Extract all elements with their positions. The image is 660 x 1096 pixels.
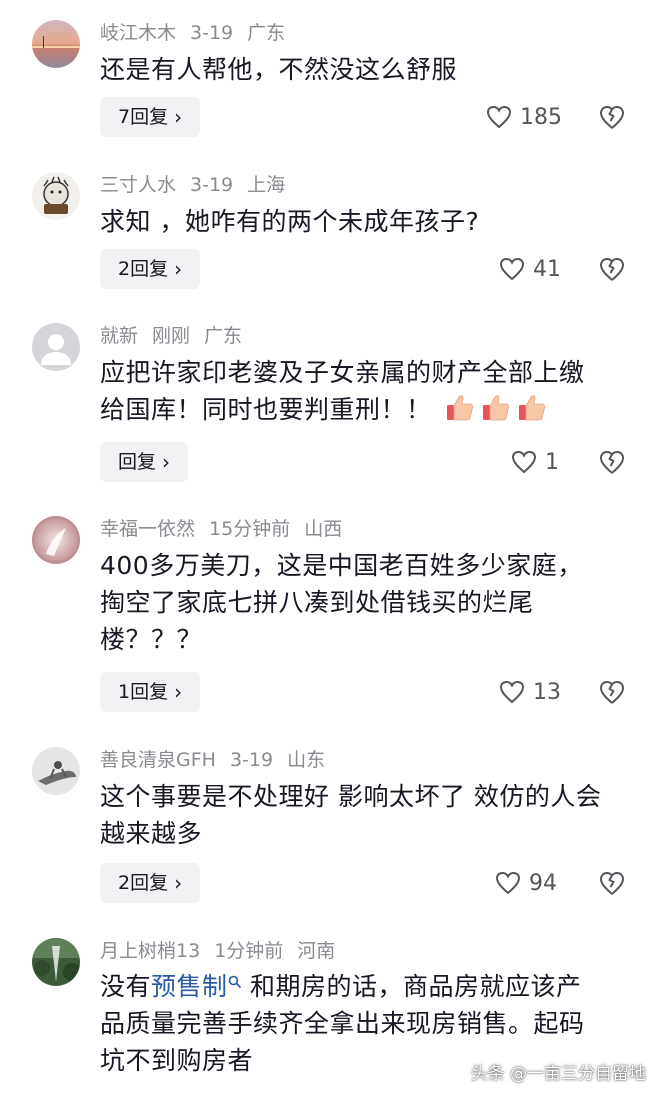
reply-button[interactable]: 2回复 › [100,863,201,903]
comment-line: 应把许家印老婆及子女亲属的财产全部上缴 [100,358,585,387]
like-count: 13 [533,679,561,705]
reply-label: 回复 [118,451,157,473]
broken-heart-icon[interactable] [598,678,626,706]
comment-line: 求知 ，她咋有的两个未成年孩子? [100,207,480,236]
chevron-right-icon: › [162,450,171,474]
avatar[interactable] [32,172,80,220]
thumbs-up-emoji [482,395,509,421]
search-icon [228,975,241,989]
broken-heart-icon[interactable] [598,103,626,131]
comment-text-suffix: 和期房的话，商品房就应该产 [241,972,582,1001]
comment-text-prefix: 没有 [100,972,152,1001]
like-button[interactable]: 185 [486,97,562,137]
comment-date: 3-19 [229,749,274,771]
search-link-label: 预售制 [151,972,228,1001]
watermark: 头条 @一亩三分自留地 [470,1064,646,1084]
chevron-right-icon: › [174,871,183,895]
heart-outline-icon [499,680,525,704]
comment-text: 求知 ，她咋有的两个未成年孩子? [100,203,630,240]
comment-text: 还是有人帮他，不然没这么舒服 [100,51,630,88]
reply-label: 2回复 [118,872,169,894]
comment-location: 广东 [204,325,243,347]
like-count: 185 [520,104,562,130]
heart-outline-icon [486,105,512,129]
username[interactable]: 幸福一依然 [100,518,195,540]
comment-location: 广东 [247,22,286,44]
comment-location: 山东 [287,749,326,771]
heart-outline-icon [511,450,537,474]
comment-line: 掏空了家底七拼八凑到处借钱买的烂尾 [100,588,534,617]
username[interactable]: 月上树梢13 [100,940,200,962]
chevron-right-icon: › [174,105,183,129]
comment-location: 河南 [297,940,336,962]
avatar[interactable] [32,323,80,371]
heart-outline-icon [499,257,525,281]
comment-date: 刚刚 [152,325,191,347]
comment-line: 这个事要是不处理好 影响太坏了 效仿的人会 [100,782,602,811]
comment-location: 山西 [304,518,343,540]
thumbs-up-emoji [446,395,473,421]
search-link[interactable]: 预售制 [151,972,242,1001]
like-count: 94 [529,870,557,896]
thumbs-up-emoji [518,395,545,421]
reply-label: 1回复 [118,681,169,703]
comment-line: 400多万美刀，这是中国老百姓多少家庭， [100,551,583,580]
comment-text: 这个事要是不处理好 影响太坏了 效仿的人会 越来越多 [100,778,630,852]
comment-location: 上海 [247,174,286,196]
username[interactable]: 岐江木木 [100,22,176,44]
comment-date: 3-19 [190,22,234,44]
reply-label: 2回复 [118,258,169,280]
like-button[interactable]: 1 [511,442,559,482]
comment-meta: 幸福一依然 15分钟前 山西 [100,516,356,542]
comment-text: 应把许家印老婆及子女亲属的财产全部上缴 给国库！同时也要判重刑！！ [100,354,630,428]
comment-line: 还是有人帮他，不然没这么舒服 [100,55,458,84]
comment-meta: 就新 刚刚 广东 [100,323,256,349]
broken-heart-icon[interactable] [598,448,626,476]
reply-button[interactable]: 1回复 › [100,672,201,712]
username[interactable]: 善良清泉GFH [100,749,216,771]
chevron-right-icon: › [174,257,183,281]
username[interactable]: 就新 [100,325,138,347]
comment-meta: 月上树梢13 1分钟前 河南 [100,938,349,964]
comment-line: 给国库！同时也要判重刑！！ [100,395,432,424]
comment-meta: 岐江木木 3-19 广东 [100,20,299,46]
reply-button[interactable]: 2回复 › [100,249,201,289]
comment-line: 品质量完善手续齐全拿出来现房销售。起码 [100,1009,585,1038]
avatar[interactable] [32,516,80,564]
like-button[interactable]: 94 [495,863,557,903]
heart-outline-icon [495,871,521,895]
like-button[interactable]: 41 [499,249,561,289]
avatar[interactable] [32,938,80,986]
comment-line-with-link: 没有预售制 和期房的话，商品房就应该产 [100,968,630,1005]
like-button[interactable]: 13 [499,672,561,712]
comment-line-with-emoji: 给国库！同时也要判重刑！！ [100,391,630,428]
username[interactable]: 三寸人水 [100,174,176,196]
reply-label: 7回复 [118,106,169,128]
reply-button[interactable]: 7回复 › [100,97,201,137]
comment-line: 楼？？？ [100,625,203,654]
comment-text: 400多万美刀，这是中国老百姓多少家庭， 掏空了家底七拼八凑到处借钱买的烂尾 楼… [100,547,630,658]
chevron-right-icon: › [174,680,183,704]
comment-meta: 善良清泉GFH 3-19 山东 [100,747,339,773]
comment-meta: 三寸人水 3-19 上海 [100,172,299,198]
comment-line: 越来越多 [100,819,203,848]
reply-button[interactable]: 回复 › [100,442,189,482]
comment-date: 15分钟前 [209,518,291,540]
avatar[interactable] [32,20,80,68]
avatar[interactable] [32,747,80,795]
like-count: 41 [533,256,561,282]
broken-heart-icon[interactable] [598,869,626,897]
like-count: 1 [545,449,559,475]
broken-heart-icon[interactable] [598,255,626,283]
comment-date: 1分钟前 [214,940,284,962]
comment-date: 3-19 [190,174,234,196]
